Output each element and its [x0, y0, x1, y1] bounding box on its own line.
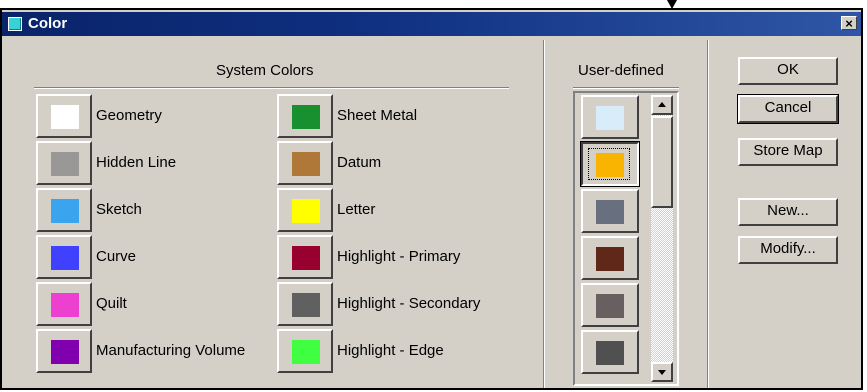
system-color-label: Highlight - Primary [337, 248, 461, 265]
system-colors-heading: System Colors [216, 62, 314, 79]
color-chip [51, 246, 79, 270]
user-defined-palette [573, 91, 679, 386]
system-color-button[interactable] [277, 329, 333, 373]
color-chip [292, 293, 320, 317]
user-color-button[interactable] [581, 189, 639, 233]
user-color-button[interactable] [581, 236, 639, 280]
system-color-button[interactable] [36, 282, 92, 326]
system-colors-divider [34, 87, 509, 89]
system-color-label: Hidden Line [96, 154, 177, 171]
system-color-button[interactable] [36, 329, 92, 373]
ok-button[interactable]: OK [738, 57, 838, 85]
system-color-label: Highlight - Edge [337, 342, 444, 359]
system-color-button[interactable] [277, 235, 333, 279]
new-button[interactable]: New... [738, 198, 838, 226]
color-palette-icon [8, 17, 22, 31]
system-color-button[interactable] [36, 94, 92, 138]
user-defined-heading: User-defined [578, 62, 664, 79]
user-color-button-selected[interactable] [580, 141, 640, 187]
arrow-down-icon [658, 370, 666, 375]
scroll-up-button[interactable] [651, 95, 673, 115]
system-color-label: Sheet Metal [337, 107, 418, 124]
system-color-label: Highlight - Secondary [337, 295, 481, 312]
color-chip [51, 152, 79, 176]
system-color-button[interactable] [277, 94, 333, 138]
color-chip [292, 105, 320, 129]
color-chip [51, 340, 79, 364]
title-bar: Color × [2, 12, 861, 36]
system-color-label: Sketch [96, 201, 142, 218]
system-color-label: Datum [337, 154, 382, 171]
modify-button[interactable]: Modify... [738, 236, 838, 264]
system-color-button[interactable] [36, 235, 92, 279]
color-chip [51, 105, 79, 129]
section-divider [543, 40, 545, 388]
window-title: Color [28, 15, 68, 32]
color-chip [596, 106, 624, 130]
user-defined-scrollbar[interactable] [651, 95, 673, 382]
system-color-label: Curve [96, 248, 137, 265]
user-color-button[interactable] [581, 95, 639, 139]
system-color-label: Letter [337, 201, 376, 218]
user-color-button[interactable] [581, 330, 639, 374]
color-chip [292, 340, 320, 364]
arrow-up-icon [658, 102, 666, 107]
system-color-label: Quilt [96, 295, 127, 312]
color-chip [596, 200, 624, 224]
user-color-button[interactable] [581, 283, 639, 327]
color-dialog [0, 8, 863, 390]
color-chip [292, 246, 320, 270]
section-divider [707, 40, 709, 388]
system-color-button[interactable] [277, 282, 333, 326]
cancel-button[interactable]: Cancel [737, 94, 839, 124]
color-chip [51, 199, 79, 223]
user-defined-divider [573, 87, 679, 89]
system-color-button[interactable] [277, 188, 333, 232]
color-chip [292, 152, 320, 176]
system-color-button[interactable] [277, 141, 333, 185]
system-color-label: Geometry [96, 107, 162, 124]
close-button[interactable]: × [841, 16, 857, 30]
system-color-button[interactable] [36, 188, 92, 232]
scroll-thumb[interactable] [651, 116, 673, 208]
color-chip [596, 294, 624, 318]
system-color-label: Manufacturing Volume [96, 342, 246, 359]
system-color-button[interactable] [36, 141, 92, 185]
color-chip [292, 199, 320, 223]
color-chip [596, 247, 624, 271]
color-chip [596, 341, 624, 365]
store-map-button[interactable]: Store Map [738, 138, 838, 166]
focus-rect [588, 148, 630, 180]
scroll-down-button[interactable] [651, 362, 673, 382]
color-chip [51, 293, 79, 317]
